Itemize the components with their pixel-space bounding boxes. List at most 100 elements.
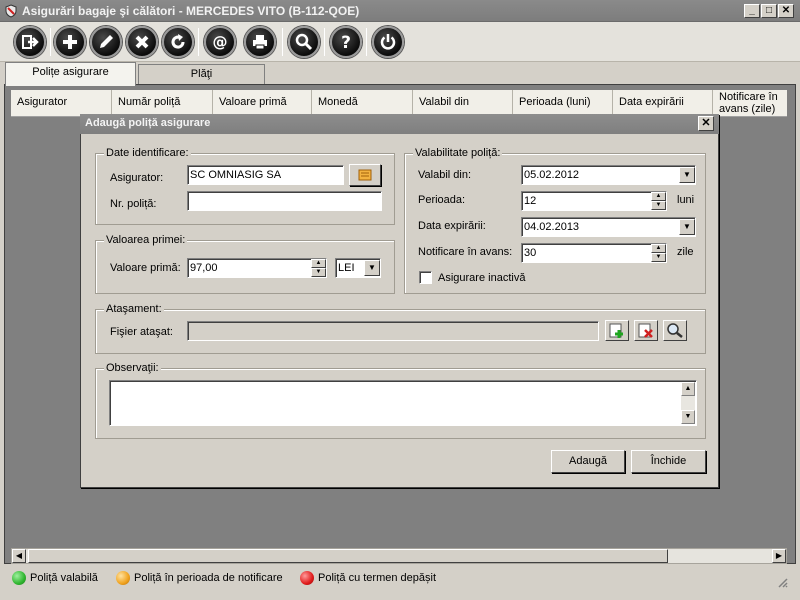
premium-group-label: Valoarea primei: (104, 234, 188, 246)
spin-down-icon[interactable]: ▼ (311, 268, 326, 277)
insurer-field[interactable]: SC OMNIASIG SA (187, 165, 344, 185)
currency-dropdown-icon[interactable]: ▼ (364, 260, 380, 276)
app-shield-icon (5, 4, 17, 18)
spin-down-icon[interactable]: ▼ (651, 201, 666, 210)
notification-unit-label: zile (677, 246, 694, 258)
minimize-button[interactable]: _ (744, 4, 760, 18)
column-header[interactable]: Monedă (312, 90, 413, 117)
add-file-icon (609, 323, 623, 338)
horizontal-scrollbar[interactable]: ◀ ▶ (11, 548, 787, 564)
spin-up-icon[interactable]: ▲ (651, 192, 666, 201)
premium-spinner[interactable]: ▲ ▼ (311, 259, 326, 277)
help-button[interactable]: ? (330, 26, 362, 58)
green-dot-icon (12, 571, 26, 585)
resize-grip-icon[interactable] (776, 576, 788, 588)
svg-text:?: ? (341, 33, 351, 52)
refresh-icon (171, 34, 185, 49)
scroll-left-arrow-icon[interactable]: ◀ (12, 549, 26, 563)
view-file-button[interactable] (663, 320, 687, 341)
toolbar: @ ? (0, 22, 800, 62)
valid-from-field[interactable]: 05.02.2012 (521, 165, 696, 185)
list-icon (358, 169, 372, 181)
validity-group-label: Valabilitate poliță: (413, 147, 503, 159)
column-header[interactable]: Data expirării (613, 90, 713, 117)
scrollbar-thumb[interactable] (28, 549, 668, 563)
notification-spinner[interactable]: ▲ ▼ (651, 244, 666, 262)
expiry-dropdown-icon[interactable]: ▼ (679, 219, 695, 235)
x-icon (135, 35, 149, 49)
dialog-titlebar: Adaugă poliță asigurare ✕ (80, 114, 719, 134)
search-button[interactable] (288, 26, 320, 58)
inactive-checkbox[interactable] (419, 271, 432, 284)
printer-icon (253, 35, 267, 50)
exit-button[interactable] (14, 26, 46, 58)
spin-up-icon[interactable]: ▲ (651, 244, 666, 253)
legend-valid: Poliță valabilă (30, 572, 98, 584)
scroll-down-arrow-icon[interactable]: ▼ (681, 410, 695, 424)
spin-up-icon[interactable]: ▲ (311, 259, 326, 268)
dialog-title: Adaugă poliță asigurare (85, 117, 211, 129)
inactive-label[interactable]: Asigurare inactivă (438, 272, 525, 284)
scroll-up-arrow-icon[interactable]: ▲ (681, 382, 695, 396)
remove-file-button[interactable] (634, 320, 658, 341)
power-button[interactable] (372, 26, 404, 58)
delete-button[interactable] (126, 26, 158, 58)
tab-polite-asigurare[interactable]: Polițe asigurare (5, 62, 136, 86)
close-window-button[interactable]: ✕ (778, 4, 794, 18)
column-header[interactable]: Valabil din (413, 90, 513, 117)
power-icon (380, 34, 396, 50)
attached-file-label: Fişier ataşat: (110, 326, 173, 338)
identification-group-label: Date identificare: (104, 147, 191, 159)
refresh-button[interactable] (162, 26, 194, 58)
maximize-button[interactable]: □ (761, 4, 777, 18)
grid-header: Asigurator Număr poliță Valoare primă Mo… (11, 90, 787, 117)
legend-expired: Poliță cu termen depășit (318, 572, 437, 584)
attached-file-field[interactable] (187, 321, 599, 341)
dialog-close-icon[interactable]: ✕ (698, 116, 714, 131)
legend-notification: Poliță în perioada de notificare (134, 572, 283, 584)
window-titlebar: Asigurări bagaje şi călători - MERCEDES … (0, 0, 800, 22)
add-button[interactable] (54, 26, 86, 58)
select-insurer-button[interactable] (349, 164, 381, 186)
notes-scrollbar[interactable]: ▲ ▼ (681, 382, 695, 424)
print-button[interactable] (244, 26, 276, 58)
pencil-icon (100, 35, 113, 48)
at-sign-icon: @ (213, 33, 228, 51)
notification-label: Notificare în avans: (418, 246, 513, 258)
add-button[interactable]: Adaugă (551, 450, 625, 473)
remove-file-icon (638, 323, 653, 338)
column-header[interactable]: Asigurator (11, 90, 112, 117)
notes-textarea[interactable] (109, 380, 697, 426)
attach-file-button[interactable] (605, 320, 629, 341)
close-button[interactable]: Închide (631, 450, 706, 473)
tab-plati[interactable]: Plăţi (138, 64, 265, 85)
period-unit-label: luni (677, 194, 695, 206)
plus-icon (63, 35, 77, 49)
period-label: Perioada: (418, 194, 466, 206)
orange-dot-icon (116, 571, 130, 585)
policy-number-field[interactable] (187, 191, 382, 211)
period-spinner[interactable]: ▲ ▼ (651, 192, 666, 210)
question-icon: ? (341, 33, 351, 52)
notes-group-label: Observaţii: (104, 362, 161, 374)
period-field[interactable]: 12 (521, 191, 667, 211)
column-header[interactable]: Perioada (luni) (513, 90, 613, 117)
premium-field[interactable]: 97,00 (187, 258, 327, 278)
column-header[interactable]: Notificare în avans (zile) (713, 90, 787, 117)
spin-down-icon[interactable]: ▼ (651, 253, 666, 262)
red-dot-icon (300, 571, 314, 585)
edit-button[interactable] (90, 26, 122, 58)
column-header[interactable]: Valoare primă (213, 90, 312, 117)
expiry-field[interactable]: 04.02.2013 (521, 217, 696, 237)
attachment-group-label: Ataşament: (104, 303, 164, 315)
expiry-label: Data expirării: (418, 220, 486, 232)
insurer-label: Asigurator: (110, 172, 164, 184)
email-button[interactable]: @ (204, 26, 236, 58)
valid-from-dropdown-icon[interactable]: ▼ (679, 167, 695, 183)
exit-icon (22, 35, 39, 49)
column-header[interactable]: Număr poliță (112, 90, 213, 117)
search-icon (295, 33, 313, 51)
scroll-right-arrow-icon[interactable]: ▶ (772, 549, 786, 563)
svg-text:@: @ (213, 33, 228, 51)
notification-field[interactable]: 30 (521, 243, 667, 263)
